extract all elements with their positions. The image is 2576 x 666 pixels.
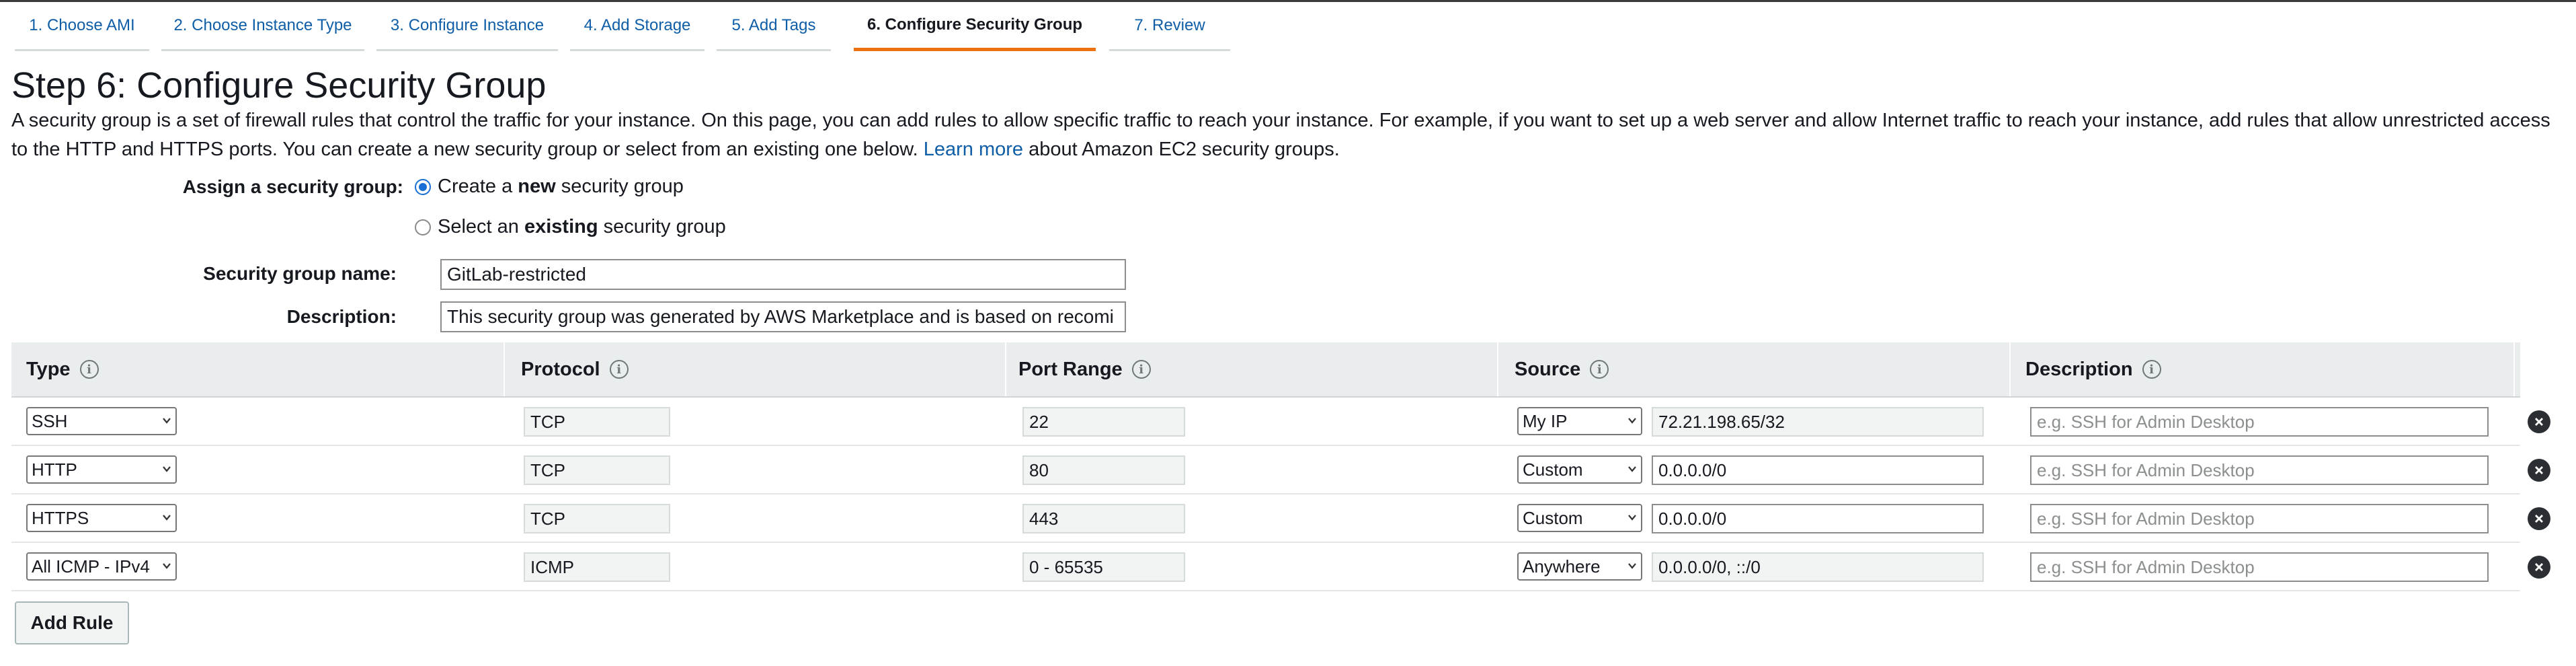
rule-description-input[interactable]: e.g. SSH for Admin Desktop — [2030, 407, 2489, 437]
type-select[interactable]: HTTPS — [26, 504, 177, 532]
protocol-field: TCP — [524, 407, 670, 437]
source-select[interactable]: Custom — [1517, 504, 1642, 532]
protocol-field: TCP — [524, 455, 670, 485]
source-select[interactable]: Anywhere — [1517, 552, 1642, 581]
tab-choose-instance-type[interactable]: 2. Choose Instance Type — [161, 2, 364, 51]
chevron-down-icon — [163, 418, 171, 424]
tab-choose-ami[interactable]: 1. Choose AMI — [15, 2, 149, 51]
header-port-range: Port Range i — [1018, 342, 1151, 396]
rules-table-header: Type i Protocol i Port Range i Source i Desc… — [11, 342, 2520, 398]
source-select[interactable]: Custom — [1517, 455, 1642, 484]
learn-more-link[interactable]: Learn more — [924, 139, 1023, 160]
source-select[interactable]: My IP — [1517, 407, 1642, 435]
port-range-field: 80 — [1022, 455, 1185, 485]
info-icon[interactable]: i — [609, 360, 629, 379]
tab-add-tags[interactable]: 5. Add Tags — [717, 2, 831, 51]
header-divider — [504, 342, 505, 396]
security-group-name-label: Security group name: — [203, 263, 397, 284]
security-group-description-label: Description: — [286, 306, 397, 327]
table-row: HTTP TCP 80 Custom 0.0.0.0/0 e.g. SSH fo… — [11, 446, 2550, 494]
port-range-field: 443 — [1022, 504, 1185, 533]
header-divider — [2009, 342, 2011, 396]
tab-review[interactable]: 7. Review — [1109, 2, 1230, 51]
tab-configure-security-group[interactable]: 6. Configure Security Group — [854, 2, 1096, 51]
table-row: All ICMP - IPv4 ICMP 0 - 65535 Anywhere … — [11, 543, 2550, 591]
chevron-down-icon — [1628, 418, 1636, 424]
remove-rule-button[interactable] — [2528, 410, 2550, 433]
tab-configure-instance[interactable]: 3. Configure Instance — [376, 2, 558, 51]
table-row: SSH TCP 22 My IP 72.21.198.65/32 e.g. SS… — [11, 398, 2550, 446]
radio-select-existing-label: Select an existing security group — [438, 216, 726, 237]
intro-suffix: about Amazon EC2 security groups. — [1029, 139, 1340, 160]
info-icon[interactable]: i — [1590, 360, 1609, 379]
close-icon — [2535, 418, 2543, 426]
port-range-field: 22 — [1022, 407, 1185, 437]
source-cidr-input[interactable]: 72.21.198.65/32 — [1652, 407, 1984, 437]
chevron-down-icon — [163, 563, 171, 569]
chevron-down-icon — [163, 515, 171, 521]
add-rule-button[interactable]: Add Rule — [15, 601, 129, 644]
header-divider — [2513, 342, 2515, 396]
protocol-field: ICMP — [524, 552, 670, 582]
rule-description-input[interactable]: e.g. SSH for Admin Desktop — [2030, 552, 2489, 582]
remove-rule-button[interactable] — [2528, 556, 2550, 579]
rule-description-input[interactable]: e.g. SSH for Admin Desktop — [2030, 455, 2489, 485]
source-cidr-input[interactable]: 0.0.0.0/0, ::/0 — [1652, 552, 1984, 582]
type-select[interactable]: HTTP — [26, 455, 177, 484]
type-select[interactable]: SSH — [26, 407, 177, 435]
security-group-name-input[interactable]: GitLab-restricted — [440, 259, 1126, 290]
radio-create-new-input[interactable] — [415, 178, 431, 195]
page-title: Step 6: Configure Security Group — [11, 65, 547, 106]
chevron-down-icon — [1628, 466, 1636, 472]
type-select[interactable]: All ICMP - IPv4 — [26, 552, 177, 581]
port-range-field: 0 - 65535 — [1022, 552, 1185, 582]
info-icon[interactable]: i — [1131, 360, 1151, 379]
header-type: Type i — [26, 342, 99, 396]
info-icon[interactable]: i — [79, 360, 99, 379]
header-source: Source i — [1515, 342, 1609, 396]
close-icon — [2535, 466, 2543, 474]
assign-security-group-label: Assign a security group: — [182, 176, 403, 197]
chevron-down-icon — [1628, 563, 1636, 569]
header-divider — [1497, 342, 1498, 396]
protocol-field: TCP — [524, 504, 670, 533]
rule-description-input[interactable]: e.g. SSH for Admin Desktop — [2030, 504, 2489, 533]
remove-rule-button[interactable] — [2528, 459, 2550, 482]
tab-add-storage[interactable]: 4. Add Storage — [570, 2, 705, 51]
source-cidr-input[interactable]: 0.0.0.0/0 — [1652, 504, 1984, 533]
radio-create-new[interactable]: Create a new security group — [415, 176, 684, 198]
close-icon — [2535, 563, 2543, 571]
security-group-description-input[interactable]: This security group was generated by AWS… — [440, 301, 1126, 332]
remove-rule-button[interactable] — [2528, 507, 2550, 530]
header-description: Description i — [2025, 342, 2161, 396]
radio-select-existing[interactable]: Select an existing security group — [415, 216, 726, 238]
chevron-down-icon — [1628, 515, 1636, 521]
intro-text: A security group is a set of firewall ru… — [11, 106, 2559, 164]
table-row: HTTPS TCP 443 Custom 0.0.0.0/0 e.g. SSH … — [11, 494, 2550, 543]
chevron-down-icon — [163, 466, 171, 472]
header-protocol: Protocol i — [521, 342, 629, 396]
source-cidr-input[interactable]: 0.0.0.0/0 — [1652, 455, 1984, 485]
radio-select-existing-input[interactable] — [415, 219, 431, 235]
header-divider — [1005, 342, 1006, 396]
close-icon — [2535, 515, 2543, 523]
info-icon[interactable]: i — [2142, 360, 2161, 379]
radio-create-new-label: Create a new security group — [438, 176, 684, 197]
